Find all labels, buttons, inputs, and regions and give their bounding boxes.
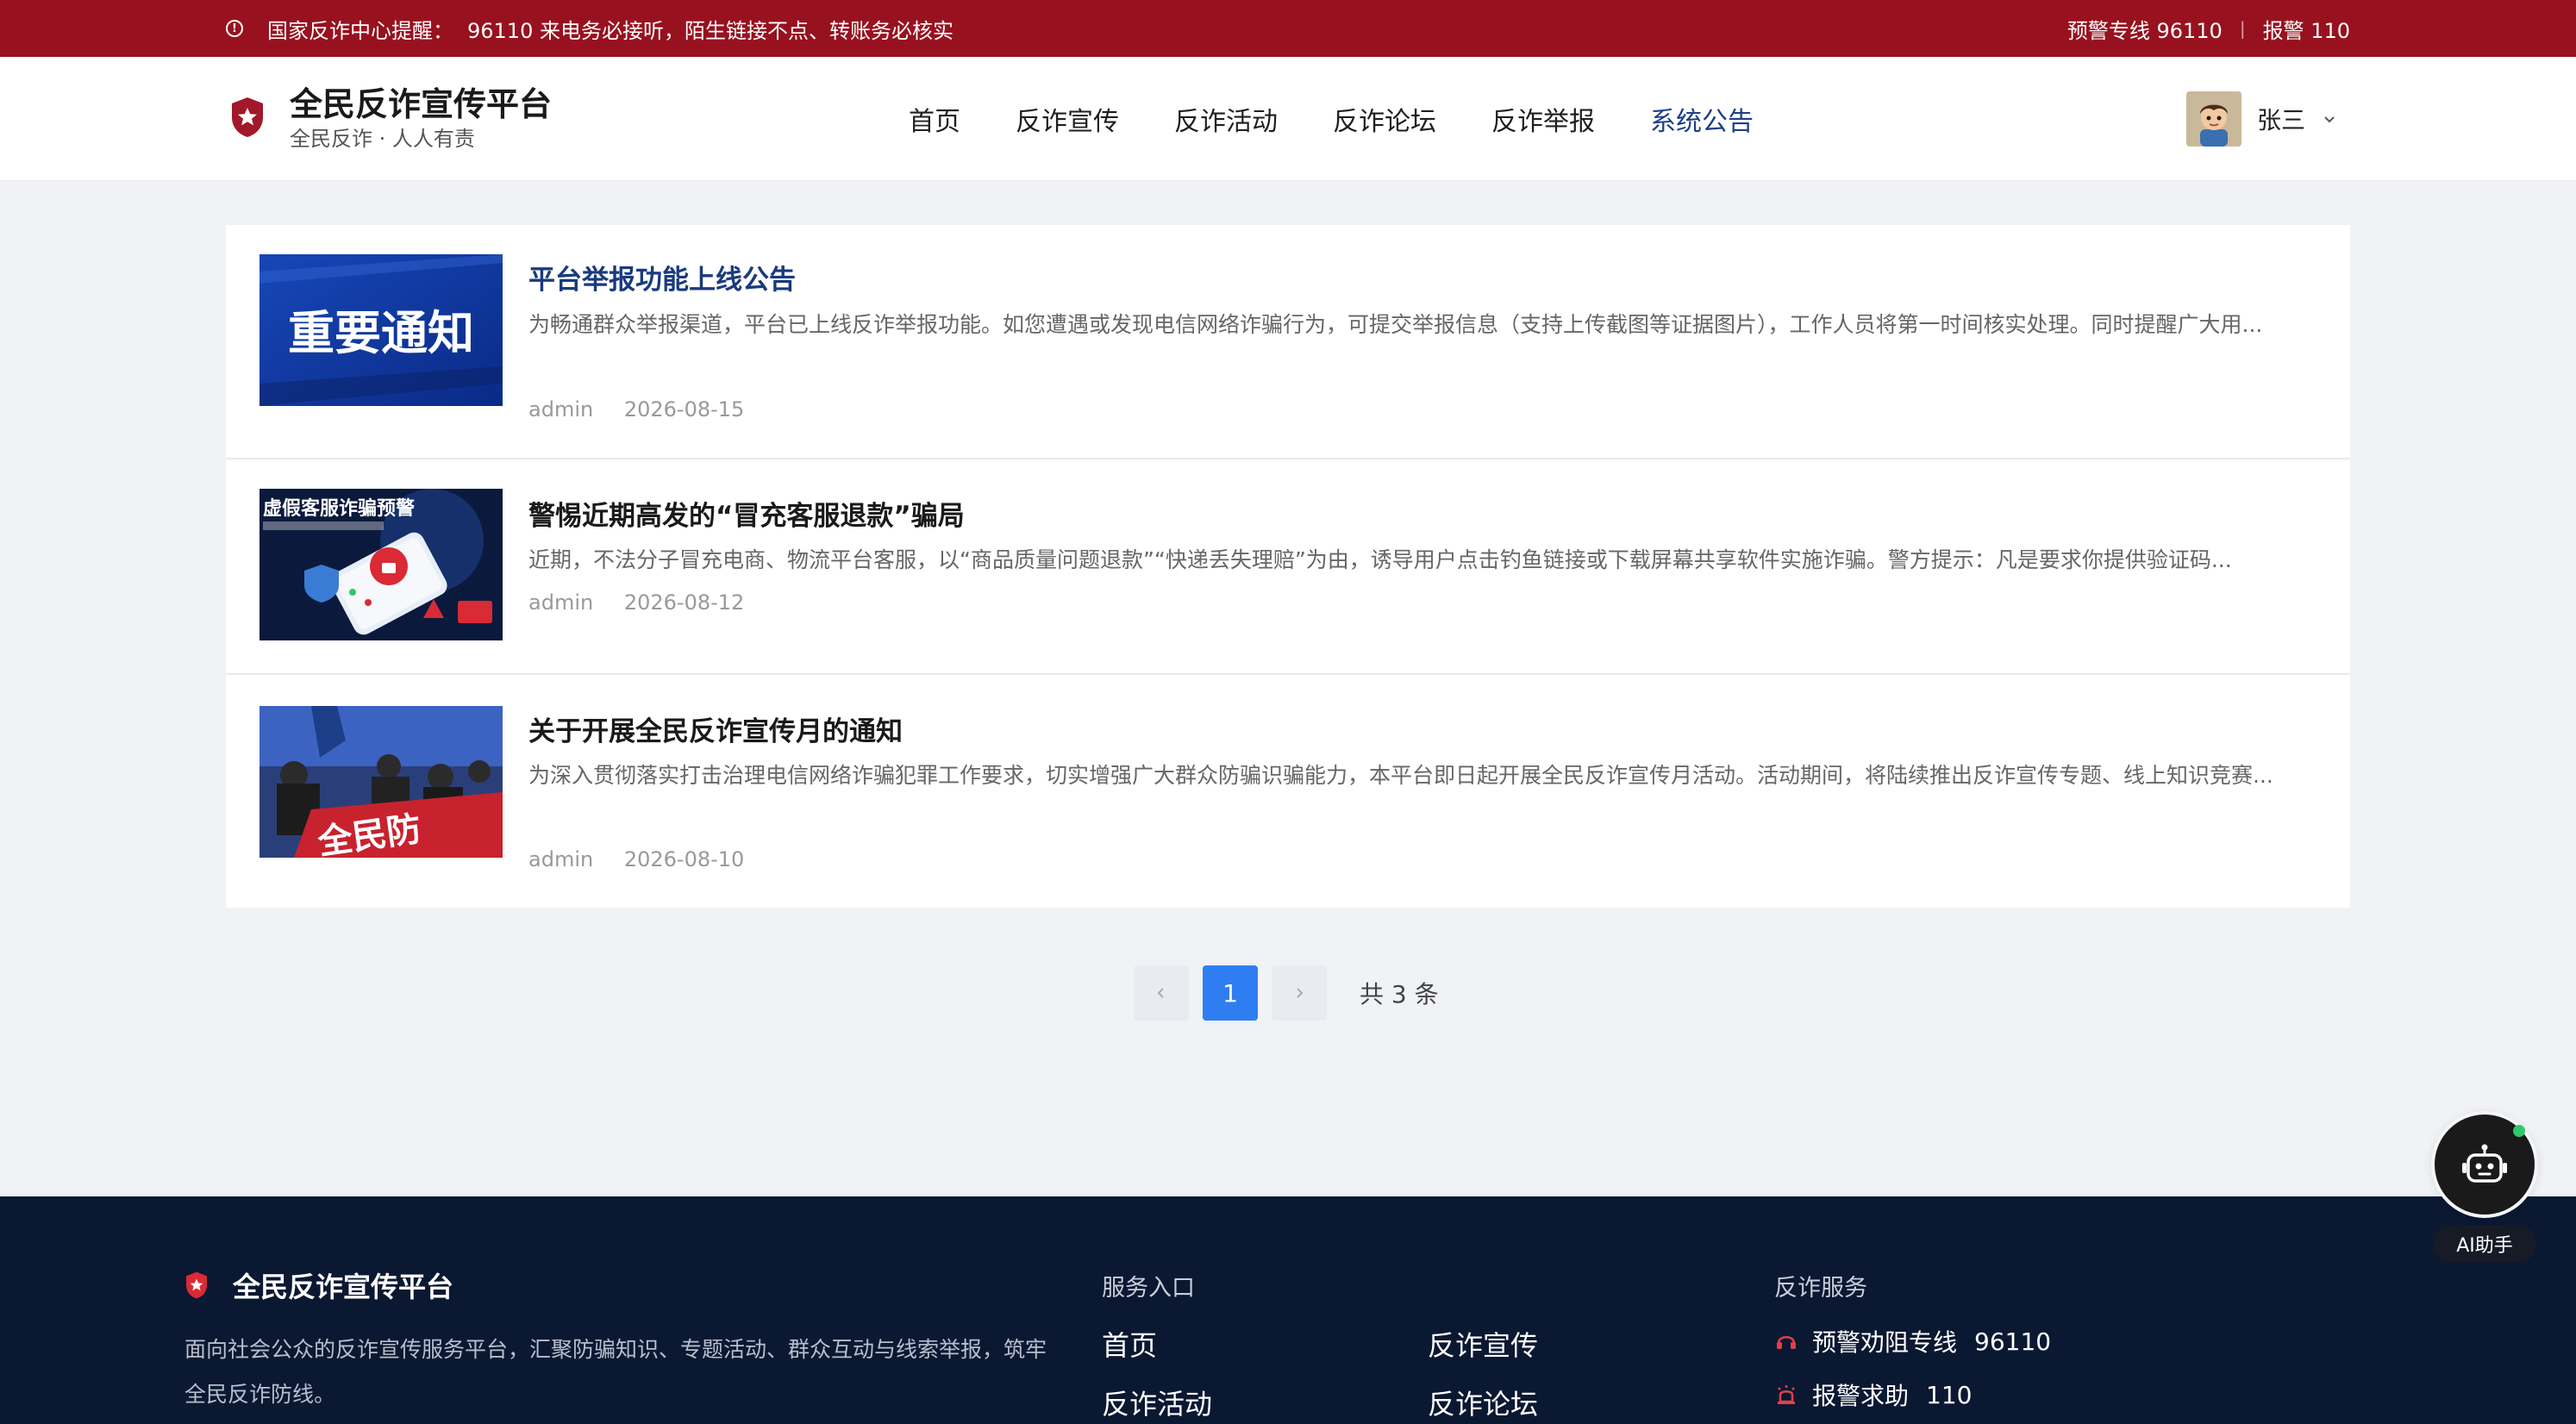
footer-brand: 全民反诈宣传平台 bbox=[184, 1265, 453, 1305]
alert-circle-icon: ! bbox=[226, 20, 243, 37]
user-name: 张三 bbox=[2256, 106, 2305, 134]
online-status-dot bbox=[2513, 1125, 2525, 1137]
announcement-summary: 近期，不法分子冒充电商、物流平台客服，以“商品质量问题退款”“快递丢失理赔”为由… bbox=[528, 547, 2232, 572]
announcement-date: 2026-08-15 bbox=[623, 397, 745, 422]
chevron-left-icon bbox=[1157, 988, 1164, 998]
alert-bar: ! 国家反诈中心提醒： 96110 来电务必接听，陌生链接不点、转账务必核实 预… bbox=[0, 0, 2576, 57]
headset-icon bbox=[1777, 1336, 1796, 1349]
announcement-meta: admin 2026-08-15 bbox=[528, 397, 744, 422]
nav-forum[interactable]: 反诈论坛 bbox=[1333, 100, 1436, 138]
alert-message: ! 国家反诈中心提醒： 96110 来电务必接听，陌生链接不点、转账务必核实 bbox=[226, 0, 953, 57]
next-page-button[interactable] bbox=[1272, 965, 1327, 1021]
footer-link-propaganda[interactable]: 反诈宣传 bbox=[1428, 1324, 1538, 1364]
announcement-author: admin bbox=[528, 397, 594, 422]
thumbnail-image: 虚假客服诈骗预警 bbox=[259, 489, 503, 640]
announcement-title[interactable]: 关于开展全民反诈宣传月的通知 bbox=[528, 709, 903, 748]
alert-text: 96110 来电务必接听，陌生链接不点、转账务必核实 bbox=[467, 18, 953, 43]
user-menu[interactable]: 张三 bbox=[2185, 91, 2336, 147]
footer-service-entry-title: 服务入口 bbox=[1102, 1275, 1195, 1302]
footer-hotline-number: 96110 bbox=[1974, 1327, 2052, 1356]
site-footer: 全民反诈宣传平台 面向社会公众的反诈宣传服务平台，汇聚防骗知识、专题活动、群众互… bbox=[0, 1196, 2576, 1424]
footer-hotline-label: 预警劝阻专线 bbox=[1812, 1328, 1958, 1357]
footer-brand-title: 全民反诈宣传平台 bbox=[233, 1271, 454, 1303]
thumbnail-image: 重要通知 bbox=[259, 254, 503, 406]
chevron-down-icon bbox=[2324, 116, 2335, 123]
footer-link-activities[interactable]: 反诈活动 bbox=[1102, 1383, 1212, 1422]
announcement-author: admin bbox=[528, 590, 594, 615]
main-nav: 首页 反诈宣传 反诈活动 反诈论坛 反诈举报 系统公告 bbox=[909, 57, 1809, 181]
prev-page-button[interactable] bbox=[1134, 965, 1189, 1021]
announcement-author: admin bbox=[528, 847, 594, 871]
alert-separator: | bbox=[2239, 18, 2246, 39]
nav-home[interactable]: 首页 bbox=[909, 100, 960, 138]
alert-police: 报警 110 bbox=[2262, 18, 2350, 43]
thumbnail-text: 重要通知 bbox=[288, 306, 474, 360]
ai-assistant-label[interactable]: AI助手 bbox=[2433, 1225, 2536, 1263]
list-item[interactable]: 全民防 关于开展全民反诈宣传月的通知 为深入贯彻落实打击治理电信网络诈骗犯罪工作… bbox=[226, 675, 2350, 908]
nav-report[interactable]: 反诈举报 bbox=[1491, 100, 1595, 138]
alarm-icon bbox=[1778, 1385, 1795, 1404]
brand-subtitle: 全民反诈 · 人人有责 bbox=[290, 127, 475, 151]
announcement-date: 2026-08-12 bbox=[623, 590, 745, 615]
footer-hotline: 预警劝阻专线 96110 bbox=[1774, 1324, 2051, 1358]
chevron-right-icon bbox=[1297, 988, 1304, 998]
site-header: 全民反诈宣传平台 全民反诈 · 人人有责 首页 反诈宣传 反诈活动 反诈论坛 反… bbox=[0, 57, 2576, 181]
robot-icon bbox=[2462, 1144, 2507, 1183]
footer-police: 报警求助 110 bbox=[1774, 1377, 1972, 1412]
shield-star-icon bbox=[232, 97, 263, 137]
footer-police-label: 报警求助 bbox=[1812, 1382, 1910, 1410]
announcement-meta: admin 2026-08-10 bbox=[528, 847, 744, 871]
footer-link-home[interactable]: 首页 bbox=[1102, 1324, 1157, 1364]
list-item[interactable]: 重要通知 平台举报功能上线公告 为畅通群众举报渠道，平台已上线反诈举报功能。如您… bbox=[226, 225, 2350, 459]
pagination: 1 共 3 条 bbox=[1134, 965, 1439, 1021]
brand-logo-link[interactable]: 全民反诈宣传平台 全民反诈 · 人人有责 bbox=[229, 83, 552, 152]
nav-announcements[interactable]: 系统公告 bbox=[1650, 100, 1754, 138]
announcement-summary: 为畅通群众举报渠道，平台已上线反诈举报功能。如您遭遇或发现电信网络诈骗行为，可提… bbox=[528, 312, 2263, 337]
alert-prefix: 国家反诈中心提醒： bbox=[267, 18, 453, 43]
footer-anti-fraud-title: 反诈服务 bbox=[1774, 1275, 1867, 1302]
footer-link-forum[interactable]: 反诈论坛 bbox=[1428, 1383, 1538, 1422]
brand-title: 全民反诈宣传平台 bbox=[290, 85, 553, 123]
nav-activities[interactable]: 反诈活动 bbox=[1174, 100, 1278, 138]
footer-police-number: 110 bbox=[1926, 1380, 1973, 1409]
avatar bbox=[2185, 91, 2241, 147]
shield-icon bbox=[186, 1271, 207, 1299]
announcement-date: 2026-08-10 bbox=[623, 847, 745, 871]
announcement-meta: admin 2026-08-12 bbox=[528, 590, 744, 615]
announcement-title[interactable]: 平台举报功能上线公告 bbox=[528, 258, 796, 297]
list-item[interactable]: 虚假客服诈骗预警 警惕近期高发的“冒充客服退款”骗局 近期，不法分子冒充电商、物… bbox=[226, 459, 2350, 675]
alert-hotlines: 预警专线 96110 | 报警 110 bbox=[2067, 0, 2350, 57]
footer-description: 面向社会公众的反诈宣传服务平台，汇聚防骗知识、专题活动、群众互动与线索举报，筑牢… bbox=[184, 1337, 1047, 1407]
pagination-total: 共 3 条 bbox=[1360, 980, 1439, 1009]
thumbnail-text: 虚假客服诈骗预警 bbox=[263, 497, 415, 520]
announcement-summary: 为深入贯彻落实打击治理电信网络诈骗犯罪工作要求，切实增强广大群众防骗识骗能力，本… bbox=[528, 763, 2273, 788]
nav-propaganda[interactable]: 反诈宣传 bbox=[1016, 100, 1119, 138]
announcement-list: 重要通知 平台举报功能上线公告 为畅通群众举报渠道，平台已上线反诈举报功能。如您… bbox=[226, 225, 2350, 908]
announcement-title[interactable]: 警惕近期高发的“冒充客服退款”骗局 bbox=[528, 494, 965, 533]
thumbnail-image: 全民防 bbox=[259, 706, 503, 858]
alert-hotline: 预警专线 96110 bbox=[2066, 18, 2223, 43]
page-number-button[interactable]: 1 bbox=[1203, 965, 1258, 1021]
